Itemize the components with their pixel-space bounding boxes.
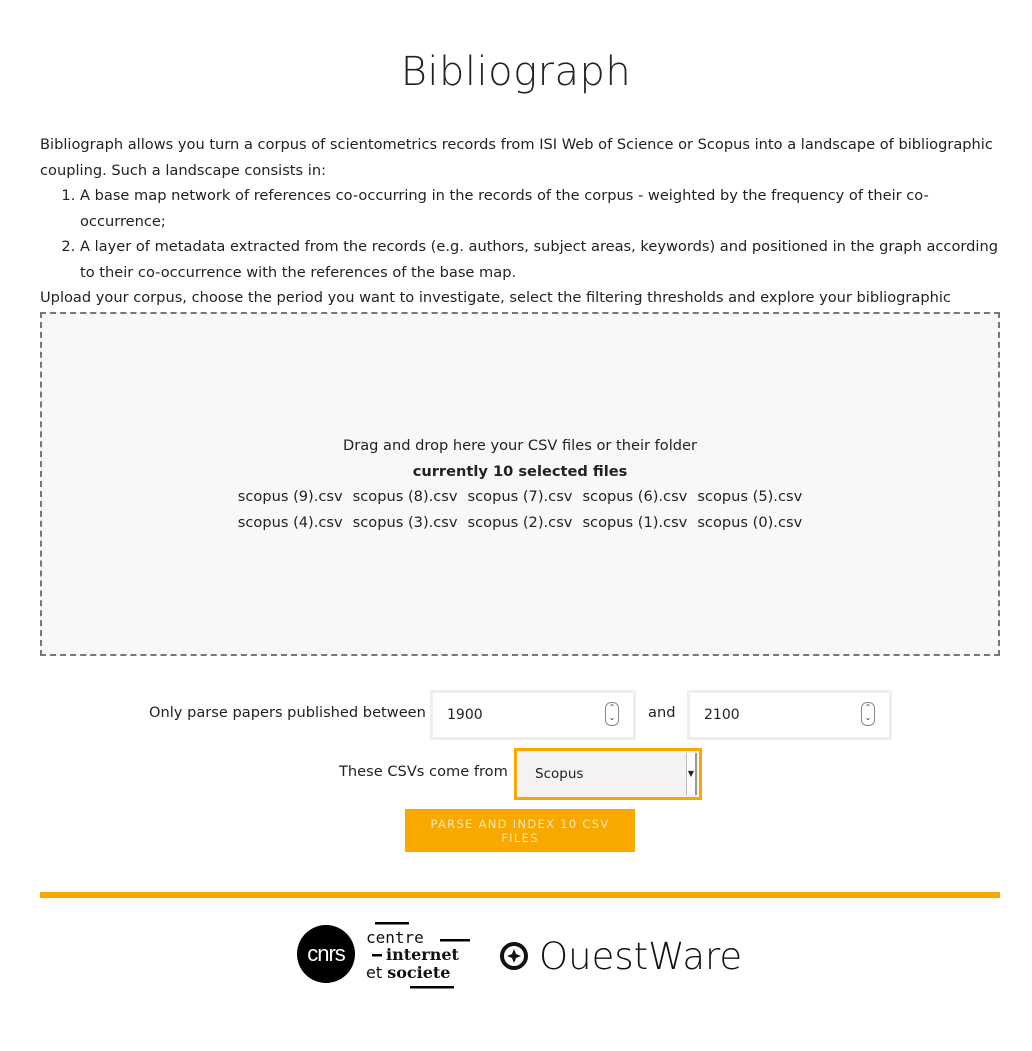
svg-text:OuestWare: OuestWare xyxy=(539,935,742,978)
ouestware-logo: OuestWare xyxy=(500,935,742,978)
svg-text:et societe: et societe xyxy=(366,963,450,982)
centre-internet-societe-logo: centre internet et societe xyxy=(366,922,470,989)
file-name: scopus (0).csv xyxy=(697,513,803,531)
start-year-value: 1900 xyxy=(447,707,483,723)
selected-files-list: scopus (9).csv scopus (8).csv scopus (7)… xyxy=(180,484,860,535)
intro-list-item: A layer of metadata extracted from the r… xyxy=(80,234,1000,285)
end-year-spinner[interactable]: ⌃ ⌄ xyxy=(861,702,875,726)
footer-divider xyxy=(40,892,1000,898)
svg-text:internet: internet xyxy=(386,945,460,964)
file-name: scopus (2).csv xyxy=(467,513,573,531)
source-select[interactable]: Scopus ▼ xyxy=(514,748,702,800)
dropzone-instruction: Drag and drop here your CSV files or the… xyxy=(342,437,698,454)
file-name: scopus (1).csv xyxy=(582,513,688,531)
file-name: scopus (8).csv xyxy=(352,488,458,505)
file-name: scopus (6).csv xyxy=(582,488,688,505)
csv-dropzone[interactable]: Drag and drop here your CSV files or the… xyxy=(40,312,1000,656)
file-name: scopus (9).csv xyxy=(237,488,343,505)
file-name: scopus (3).csv xyxy=(352,513,458,531)
cnrs-logo: cnrs xyxy=(297,925,355,983)
dropdown-arrow-icon[interactable]: ▼ xyxy=(686,753,697,795)
file-name: scopus (4).csv xyxy=(237,513,343,531)
and-label: and xyxy=(648,704,676,721)
file-name: scopus (5).csv xyxy=(697,488,803,505)
footer-logos: cnrs centre internet et societe OuestWar… xyxy=(0,918,1032,992)
start-year-input[interactable]: 1900 ⌃ ⌄ xyxy=(430,690,636,740)
source-label: These CSVs come from xyxy=(339,763,508,780)
svg-text:cnrs: cnrs xyxy=(307,941,346,966)
intro-list-item: A base map network of references co-occu… xyxy=(80,183,1000,234)
selected-files-count: currently 10 selected files xyxy=(412,462,628,480)
intro-list: A base map network of references co-occu… xyxy=(40,183,1000,285)
intro-text: Bibliograph allows you turn a corpus of … xyxy=(40,132,1000,336)
source-selected-value: Scopus xyxy=(535,766,584,782)
end-year-input[interactable]: 2100 ⌃ ⌄ xyxy=(687,690,892,740)
end-year-value: 2100 xyxy=(704,707,740,723)
page-title: Bibliograph xyxy=(398,46,634,98)
parse-index-button[interactable]: PARSE AND INDEX 10 CSV FILES xyxy=(405,809,635,852)
start-year-spinner[interactable]: ⌃ ⌄ xyxy=(605,702,619,726)
period-label: Only parse papers published between xyxy=(149,704,426,721)
file-name: scopus (7).csv xyxy=(467,488,573,505)
intro-paragraph: Bibliograph allows you turn a corpus of … xyxy=(40,136,993,179)
